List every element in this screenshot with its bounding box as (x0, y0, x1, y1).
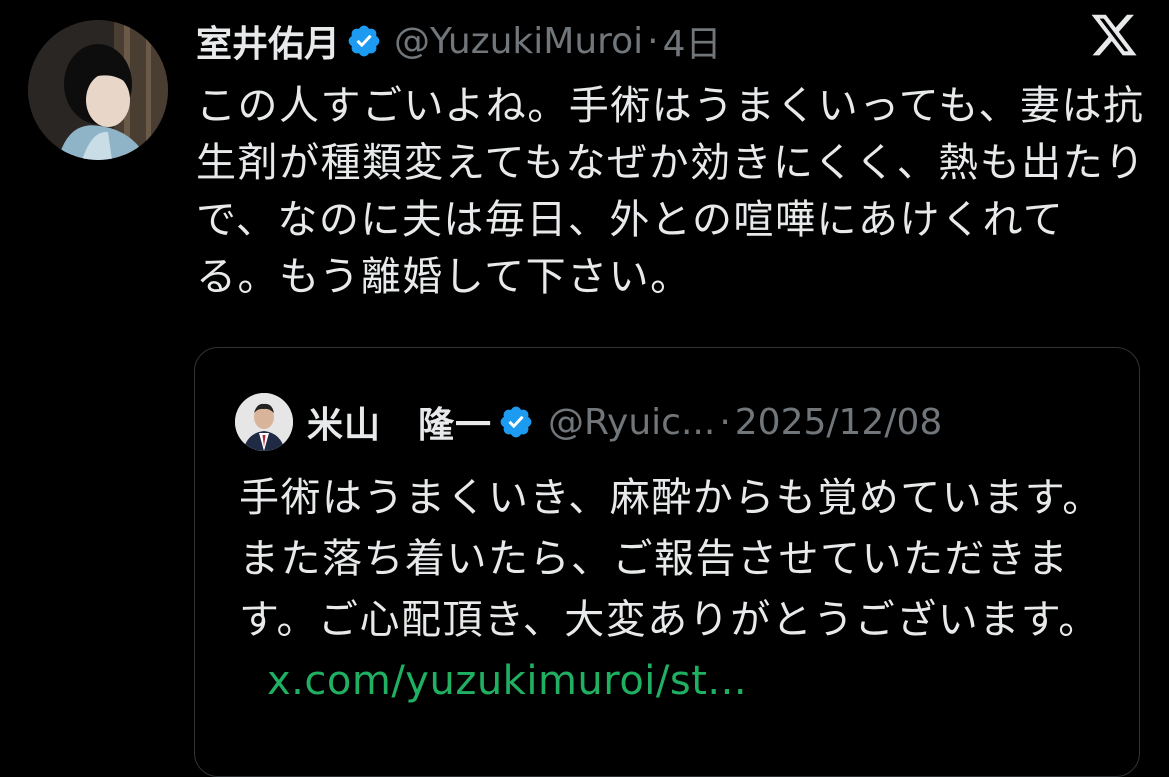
quoted-author-display-name[interactable]: 米山 隆一 (307, 396, 492, 448)
tweet-text: この人すごいよね。手術はうまくいっても、妻は抗生剤が種類変えてもなぜか効きにくく… (196, 83, 1146, 300)
tweet-timestamp[interactable]: 4日 (663, 15, 722, 67)
author-handle[interactable]: @YuzukiMuroi (394, 21, 643, 62)
quoted-tweet-text-block: 手術はうまくいき、麻酔からも覚めています。また落ち着いたら、ご報告させていただき… (239, 468, 1109, 712)
quoted-tweet-card[interactable]: 米山 隆一 @Ryuic... · 2025/12/08 手術はうまくいき、麻酔… (194, 347, 1140, 777)
quoted-author-handle[interactable]: @Ryuic... (548, 402, 715, 443)
author-avatar[interactable] (28, 20, 168, 160)
quoted-tweet-timestamp[interactable]: 2025/12/08 (735, 402, 943, 443)
quoted-tweet-header: 米山 隆一 @Ryuic... · 2025/12/08 (235, 392, 942, 452)
author-display-name[interactable]: 室井佑月 (196, 15, 340, 67)
x-logo-icon[interactable] (1089, 10, 1139, 60)
quoted-header-separator: · (719, 401, 731, 443)
tweet-header: 室井佑月 @YuzukiMuroi · 4日 (196, 16, 722, 66)
quoted-tweet-text: 手術はうまくいき、麻酔からも覚めています。また落ち着いたら、ご報告させていただき… (239, 475, 1104, 643)
quoted-author-avatar-image (235, 393, 293, 451)
quoted-tweet-link[interactable]: x.com/yuzukimuroi/st... (267, 658, 747, 704)
verified-badge-icon (346, 23, 382, 59)
verified-badge-icon (498, 404, 534, 440)
author-avatar-image (28, 20, 168, 160)
quoted-author-avatar[interactable] (235, 393, 293, 451)
header-separator: · (647, 20, 659, 62)
